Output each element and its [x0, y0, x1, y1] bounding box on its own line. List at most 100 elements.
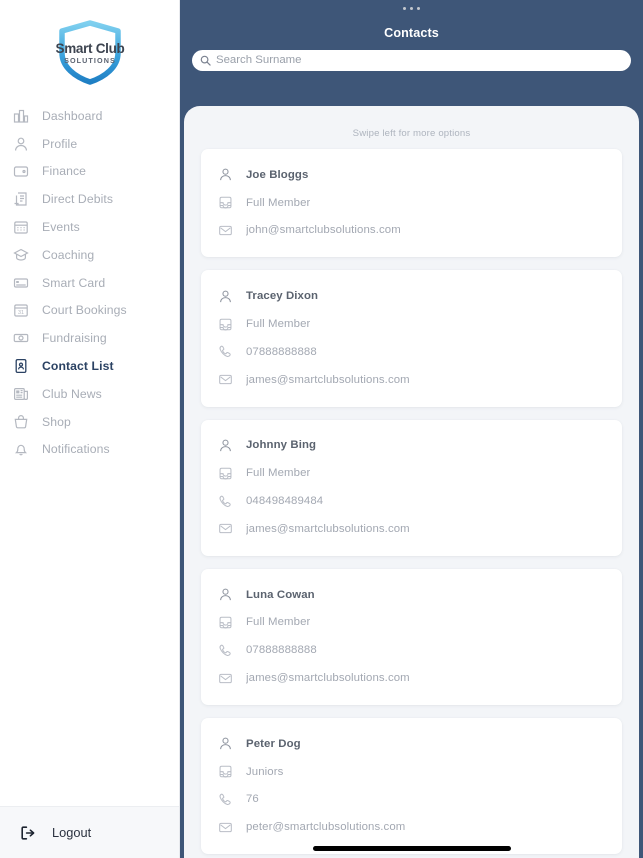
- sidebar: Smart Club SOLUTIONS Dashboard Profile F…: [0, 0, 180, 858]
- sidebar-item-finance[interactable]: Finance: [0, 158, 180, 186]
- basket-icon: [12, 413, 30, 431]
- contact-card[interactable]: Peter Dog Juniors 76 peter@smartclubsolu…: [201, 717, 622, 855]
- contact-email-row[interactable]: peter@smartclubsolutions.com: [201, 813, 622, 841]
- contact-email: james@smartclubsolutions.com: [246, 672, 410, 685]
- sidebar-item-club-news[interactable]: Club News: [0, 380, 180, 408]
- contact-card[interactable]: Luna Cowan Full Member 07888888888 james…: [201, 568, 622, 705]
- person-icon: [217, 735, 234, 752]
- phone-preview-panel: Contacts Swipe left for more options: [180, 0, 643, 858]
- phone-icon: [217, 791, 234, 808]
- contact-phone: 07888888888: [246, 644, 317, 657]
- sidebar-item-label: Coaching: [42, 247, 95, 262]
- sidebar-item-shop[interactable]: Shop: [0, 408, 180, 436]
- contact-name: Luna Cowan: [246, 588, 315, 601]
- contact-membership-row: Full Member: [201, 609, 622, 637]
- calendar-icon: [12, 218, 30, 236]
- contact-phone-row[interactable]: 07888888888: [201, 338, 622, 366]
- person-icon: [12, 135, 30, 153]
- tray-icon: [217, 465, 234, 482]
- search-bar: [180, 50, 643, 71]
- contact-membership-row: Full Member: [201, 459, 622, 487]
- brand-logo: Smart Club SOLUTIONS: [0, 0, 180, 98]
- contact-membership-row: Juniors: [201, 758, 622, 786]
- sidebar-item-profile[interactable]: Profile: [0, 130, 180, 158]
- contact-phone: 76: [246, 793, 259, 806]
- envelope-icon: [217, 222, 234, 239]
- contact-card[interactable]: Tracey Dixon Full Member 07888888888 jam…: [201, 270, 622, 407]
- person-icon: [217, 288, 234, 305]
- search-icon: [200, 55, 211, 66]
- contact-name-row: Tracey Dixon: [201, 282, 622, 310]
- contact-name-row: Johnny Bing: [201, 432, 622, 460]
- invoice-icon: [12, 190, 30, 208]
- svg-text:31: 31: [18, 310, 24, 316]
- swipe-hint: Swipe left for more options: [352, 128, 471, 139]
- app-root: Smart Club SOLUTIONS Dashboard Profile F…: [0, 0, 643, 858]
- sidebar-item-coaching[interactable]: Coaching: [0, 241, 180, 269]
- sidebar-nav: Dashboard Profile Finance Direct Debits …: [0, 98, 180, 806]
- bar-chart-icon: [12, 107, 30, 125]
- contact-card[interactable]: Johnny Bing Full Member 048498489484 jam…: [201, 419, 622, 556]
- contact-membership-row: Full Member: [201, 189, 622, 217]
- contact-email-row[interactable]: james@smartclubsolutions.com: [201, 366, 622, 394]
- sidebar-item-label: Dashboard: [42, 108, 103, 123]
- sidebar-item-events[interactable]: Events: [0, 213, 180, 241]
- contact-email-row[interactable]: james@smartclubsolutions.com: [201, 515, 622, 543]
- contact-membership: Full Member: [246, 616, 311, 629]
- contact-name: Peter Dog: [246, 737, 301, 750]
- search-input[interactable]: [216, 52, 623, 69]
- calendar-31-icon: 31: [12, 301, 30, 319]
- contact-name-row: Joe Bloggs: [201, 161, 622, 189]
- sidebar-item-label: Smart Card: [42, 275, 106, 290]
- logout-button[interactable]: Logout: [0, 806, 180, 858]
- logo-line-1: Smart Club: [55, 40, 125, 56]
- contact-phone-row[interactable]: 048498489484: [201, 487, 622, 515]
- contact-phone-row[interactable]: 07888888888: [201, 636, 622, 664]
- logout-icon: [18, 823, 38, 843]
- sidebar-item-direct-debits[interactable]: Direct Debits: [0, 185, 180, 213]
- contact-membership: Full Member: [246, 467, 311, 480]
- contacts-list: Joe Bloggs Full Member john@smartclubsol…: [184, 149, 639, 855]
- sidebar-item-label: Events: [42, 220, 80, 235]
- sidebar-item-contact-list[interactable]: Contact List: [0, 352, 180, 380]
- phone-icon: [217, 493, 234, 510]
- sidebar-item-fundraising[interactable]: Fundraising: [0, 324, 180, 352]
- person-icon: [217, 586, 234, 603]
- sidebar-item-smart-card[interactable]: Smart Card: [0, 269, 180, 297]
- envelope-icon: [217, 371, 234, 388]
- contact-phone-row[interactable]: 76: [201, 786, 622, 814]
- wallet-icon: [12, 162, 30, 180]
- person-icon: [217, 437, 234, 454]
- contact-phone: 07888888888: [246, 345, 317, 358]
- contact-email-row[interactable]: john@smartclubsolutions.com: [201, 217, 622, 245]
- contact-membership: Juniors: [246, 765, 284, 778]
- tray-icon: [217, 763, 234, 780]
- envelope-icon: [217, 520, 234, 537]
- sidebar-item-court-bookings[interactable]: 31 Court Bookings: [0, 297, 180, 325]
- envelope-icon: [217, 819, 234, 836]
- contact-book-icon: [12, 357, 30, 375]
- newspaper-icon: [12, 385, 30, 403]
- money-icon: [12, 329, 30, 347]
- card-icon: [12, 274, 30, 292]
- contact-card[interactable]: Joe Bloggs Full Member john@smartclubsol…: [201, 149, 622, 258]
- sidebar-item-label: Contact List: [42, 359, 114, 374]
- contact-phone: 048498489484: [246, 495, 324, 508]
- tray-icon: [217, 614, 234, 631]
- contact-email-row[interactable]: james@smartclubsolutions.com: [201, 664, 622, 692]
- contact-name-row: Luna Cowan: [201, 581, 622, 609]
- envelope-icon: [217, 670, 234, 687]
- phone-frame: Contacts Swipe left for more options: [180, 12, 643, 858]
- search-box[interactable]: [192, 50, 631, 71]
- person-icon: [217, 166, 234, 183]
- sidebar-item-dashboard[interactable]: Dashboard: [0, 102, 180, 130]
- contact-email: james@smartclubsolutions.com: [246, 373, 410, 386]
- contact-membership: Full Member: [246, 318, 311, 331]
- contact-email: john@smartclubsolutions.com: [246, 224, 401, 237]
- sidebar-item-label: Shop: [42, 414, 71, 429]
- sidebar-item-notifications[interactable]: Notifications: [0, 436, 180, 464]
- bell-icon: [12, 440, 30, 458]
- tray-icon: [217, 194, 234, 211]
- contact-membership: Full Member: [246, 196, 311, 209]
- contact-name: Joe Bloggs: [246, 168, 309, 181]
